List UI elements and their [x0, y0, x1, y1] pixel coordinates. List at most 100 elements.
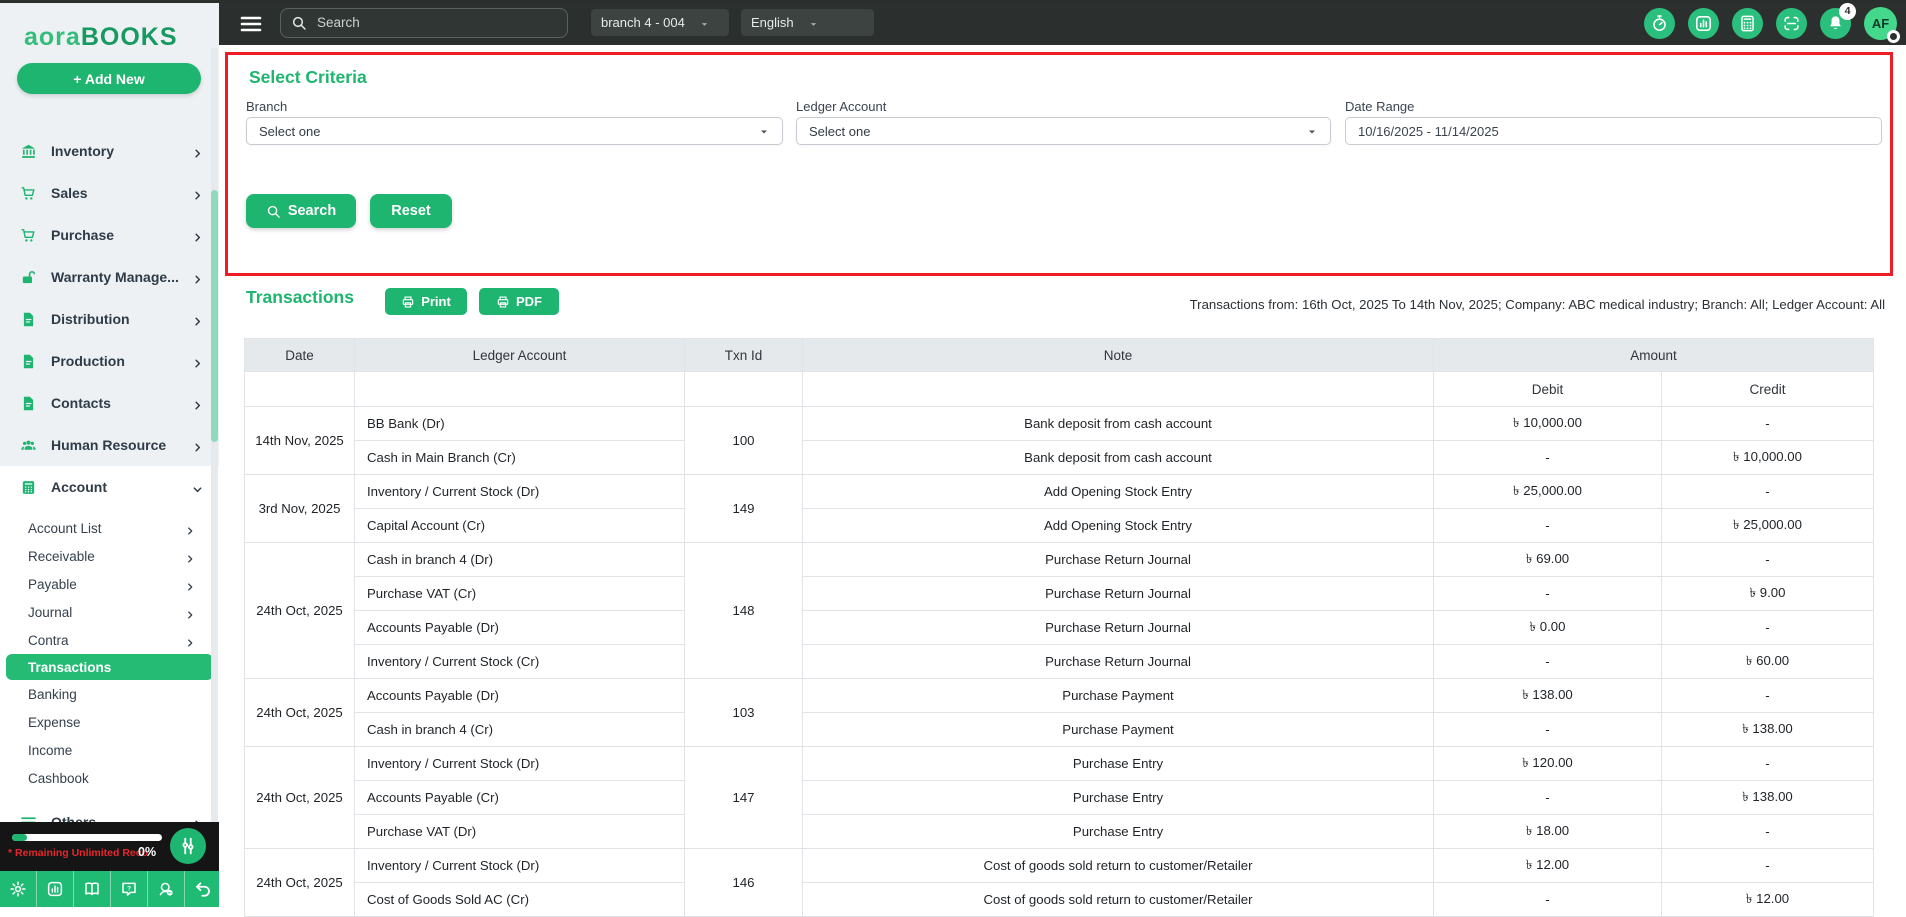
reset-button[interactable]: Reset: [370, 194, 452, 228]
debit-cell: ৳ 18.00: [1434, 815, 1662, 849]
debit-cell: -: [1434, 713, 1662, 747]
col-header-note: Note: [803, 339, 1434, 372]
sidebar-subitem-income[interactable]: Income: [0, 736, 219, 764]
sidebar-subitem-expense[interactable]: Expense: [0, 708, 219, 736]
search-input[interactable]: [280, 8, 568, 38]
sidebar-subitem-label: Transactions: [28, 660, 195, 675]
chevron-right-icon: [192, 188, 203, 199]
debit-cell: ৳ 25,000.00: [1434, 475, 1662, 509]
chevron-right-icon: [185, 579, 195, 589]
people-icon: [20, 437, 37, 454]
table-row: 24th Oct, 2025Accounts Payable (Dr)103Pu…: [245, 679, 1874, 713]
debit-cell: -: [1434, 509, 1662, 543]
sidebar-item-label: Warranty Manage...: [51, 269, 192, 285]
branch-select[interactable]: Select one: [246, 117, 783, 145]
credit-cell: -: [1662, 543, 1874, 577]
txn-cell: 148: [685, 543, 803, 679]
bar-chart-icon: [1694, 14, 1713, 33]
preferences-button[interactable]: [170, 828, 206, 864]
sidebar-subitem-cashbook[interactable]: Cashbook: [0, 764, 219, 792]
book-button[interactable]: [73, 871, 110, 907]
debit-cell: -: [1434, 441, 1662, 475]
ledger-cell: Accounts Payable (Cr): [355, 781, 685, 815]
credit-cell: ৳ 60.00: [1662, 645, 1874, 679]
sidebar-item-inventory[interactable]: Inventory: [0, 130, 219, 172]
sidebar-subitem-payable[interactable]: Payable: [0, 570, 219, 598]
note-cell: Add Opening Stock Entry: [803, 509, 1434, 543]
hamburger-icon: [239, 24, 263, 39]
sidebar-subitem-account-list[interactable]: Account List: [0, 514, 219, 542]
ledger-cell: Inventory / Current Stock (Dr): [355, 475, 685, 509]
credit-cell: ৳ 10,000.00: [1662, 441, 1874, 475]
table-row: 14th Nov, 2025BB Bank (Dr)100Bank deposi…: [245, 407, 1874, 441]
date-cell: 24th Oct, 2025: [245, 747, 355, 849]
sidebar-item-purchase[interactable]: Purchase: [0, 214, 219, 256]
debit-cell: -: [1434, 883, 1662, 917]
sidebar-scrollbar-thumb[interactable]: [211, 190, 218, 442]
sidebar-subitem-contra[interactable]: Contra: [0, 626, 219, 654]
sidebar-item-sales[interactable]: Sales: [0, 172, 219, 214]
sidebar-subitem-label: Payable: [28, 577, 185, 592]
table-row: Cash in Main Branch (Cr)Bank deposit fro…: [245, 441, 1874, 475]
credit-cell: ৳ 138.00: [1662, 713, 1874, 747]
search-button[interactable]: Search: [246, 194, 356, 228]
global-search: [280, 8, 568, 38]
note-cell: Cost of goods sold return to customer/Re…: [803, 849, 1434, 883]
undo-button[interactable]: [184, 871, 221, 907]
stopwatch-icon: [1650, 14, 1669, 33]
avatar[interactable]: AF: [1864, 7, 1897, 40]
sidebar-subitem-receivable[interactable]: Receivable: [0, 542, 219, 570]
calculator-button[interactable]: [1732, 8, 1763, 39]
sidebar-item-label: Sales: [51, 185, 192, 201]
txn-cell: 100: [685, 407, 803, 475]
print-button[interactable]: Print: [385, 288, 467, 315]
reports-button[interactable]: [1688, 8, 1719, 39]
ledger-cell: Cash in branch 4 (Dr): [355, 543, 685, 577]
sidebar-item-contacts[interactable]: Contacts: [0, 382, 219, 424]
credit-cell: -: [1662, 611, 1874, 645]
sidebar-subitem-transactions[interactable]: Transactions: [6, 654, 213, 680]
help-button[interactable]: ?: [110, 871, 147, 907]
sidebar-subitem-label: Account List: [28, 521, 185, 536]
ledger-select-value: Select one: [809, 124, 1306, 139]
sidebar-item-warranty-manage[interactable]: Warranty Manage...: [0, 256, 219, 298]
ledger-account-select[interactable]: Select one: [796, 117, 1331, 145]
hamburger-menu-button[interactable]: [239, 12, 263, 34]
sidebar-item-account[interactable]: Account: [0, 466, 219, 508]
sidebar-item-label: Distribution: [51, 311, 192, 327]
chevron-right-icon: [185, 523, 195, 533]
support-icon: [157, 880, 175, 898]
chevron-right-icon: [192, 230, 203, 241]
table-row: 3rd Nov, 2025Inventory / Current Stock (…: [245, 475, 1874, 509]
sidebar-subitem-label: Banking: [28, 687, 195, 702]
sidebar-subitem-banking[interactable]: Banking: [0, 680, 219, 708]
credit-cell: -: [1662, 475, 1874, 509]
chart-button[interactable]: [36, 871, 73, 907]
table-subheader-row: Debit Credit: [245, 372, 1874, 407]
date-cell: 24th Oct, 2025: [245, 849, 355, 917]
date-cell: 24th Oct, 2025: [245, 543, 355, 679]
sidebar-subitem-label: Receivable: [28, 549, 185, 564]
sidebar-item-distribution[interactable]: Distribution: [0, 298, 219, 340]
language-selector[interactable]: English: [741, 9, 874, 36]
branch-selector[interactable]: branch 4 - 004: [591, 9, 729, 36]
branch-selector-value: branch 4 - 004: [601, 15, 685, 30]
sidebar-subitem-journal[interactable]: Journal: [0, 598, 219, 626]
sidebar-item-human-resource[interactable]: Human Resource: [0, 424, 219, 466]
sidebar-subitem-label: Cashbook: [28, 771, 195, 786]
credit-cell: -: [1662, 849, 1874, 883]
pdf-button[interactable]: PDF: [479, 288, 559, 315]
table-row: Cash in branch 4 (Cr)Purchase Payment-৳ …: [245, 713, 1874, 747]
support-button[interactable]: [147, 871, 184, 907]
debit-cell: ৳ 69.00: [1434, 543, 1662, 577]
sidebar-item-production[interactable]: Production: [0, 340, 219, 382]
scan-button[interactable]: [1776, 8, 1807, 39]
settings-button[interactable]: [0, 871, 36, 907]
sidebar-item-label: Production: [51, 353, 192, 369]
sidebar-subitem-label: Contra: [28, 633, 185, 648]
add-new-button[interactable]: + Add New: [17, 63, 201, 94]
date-range-input[interactable]: [1345, 117, 1882, 145]
time-tracker-button[interactable]: [1644, 8, 1675, 39]
notifications-button[interactable]: 4: [1820, 8, 1851, 39]
ledger-cell: Purchase VAT (Dr): [355, 815, 685, 849]
